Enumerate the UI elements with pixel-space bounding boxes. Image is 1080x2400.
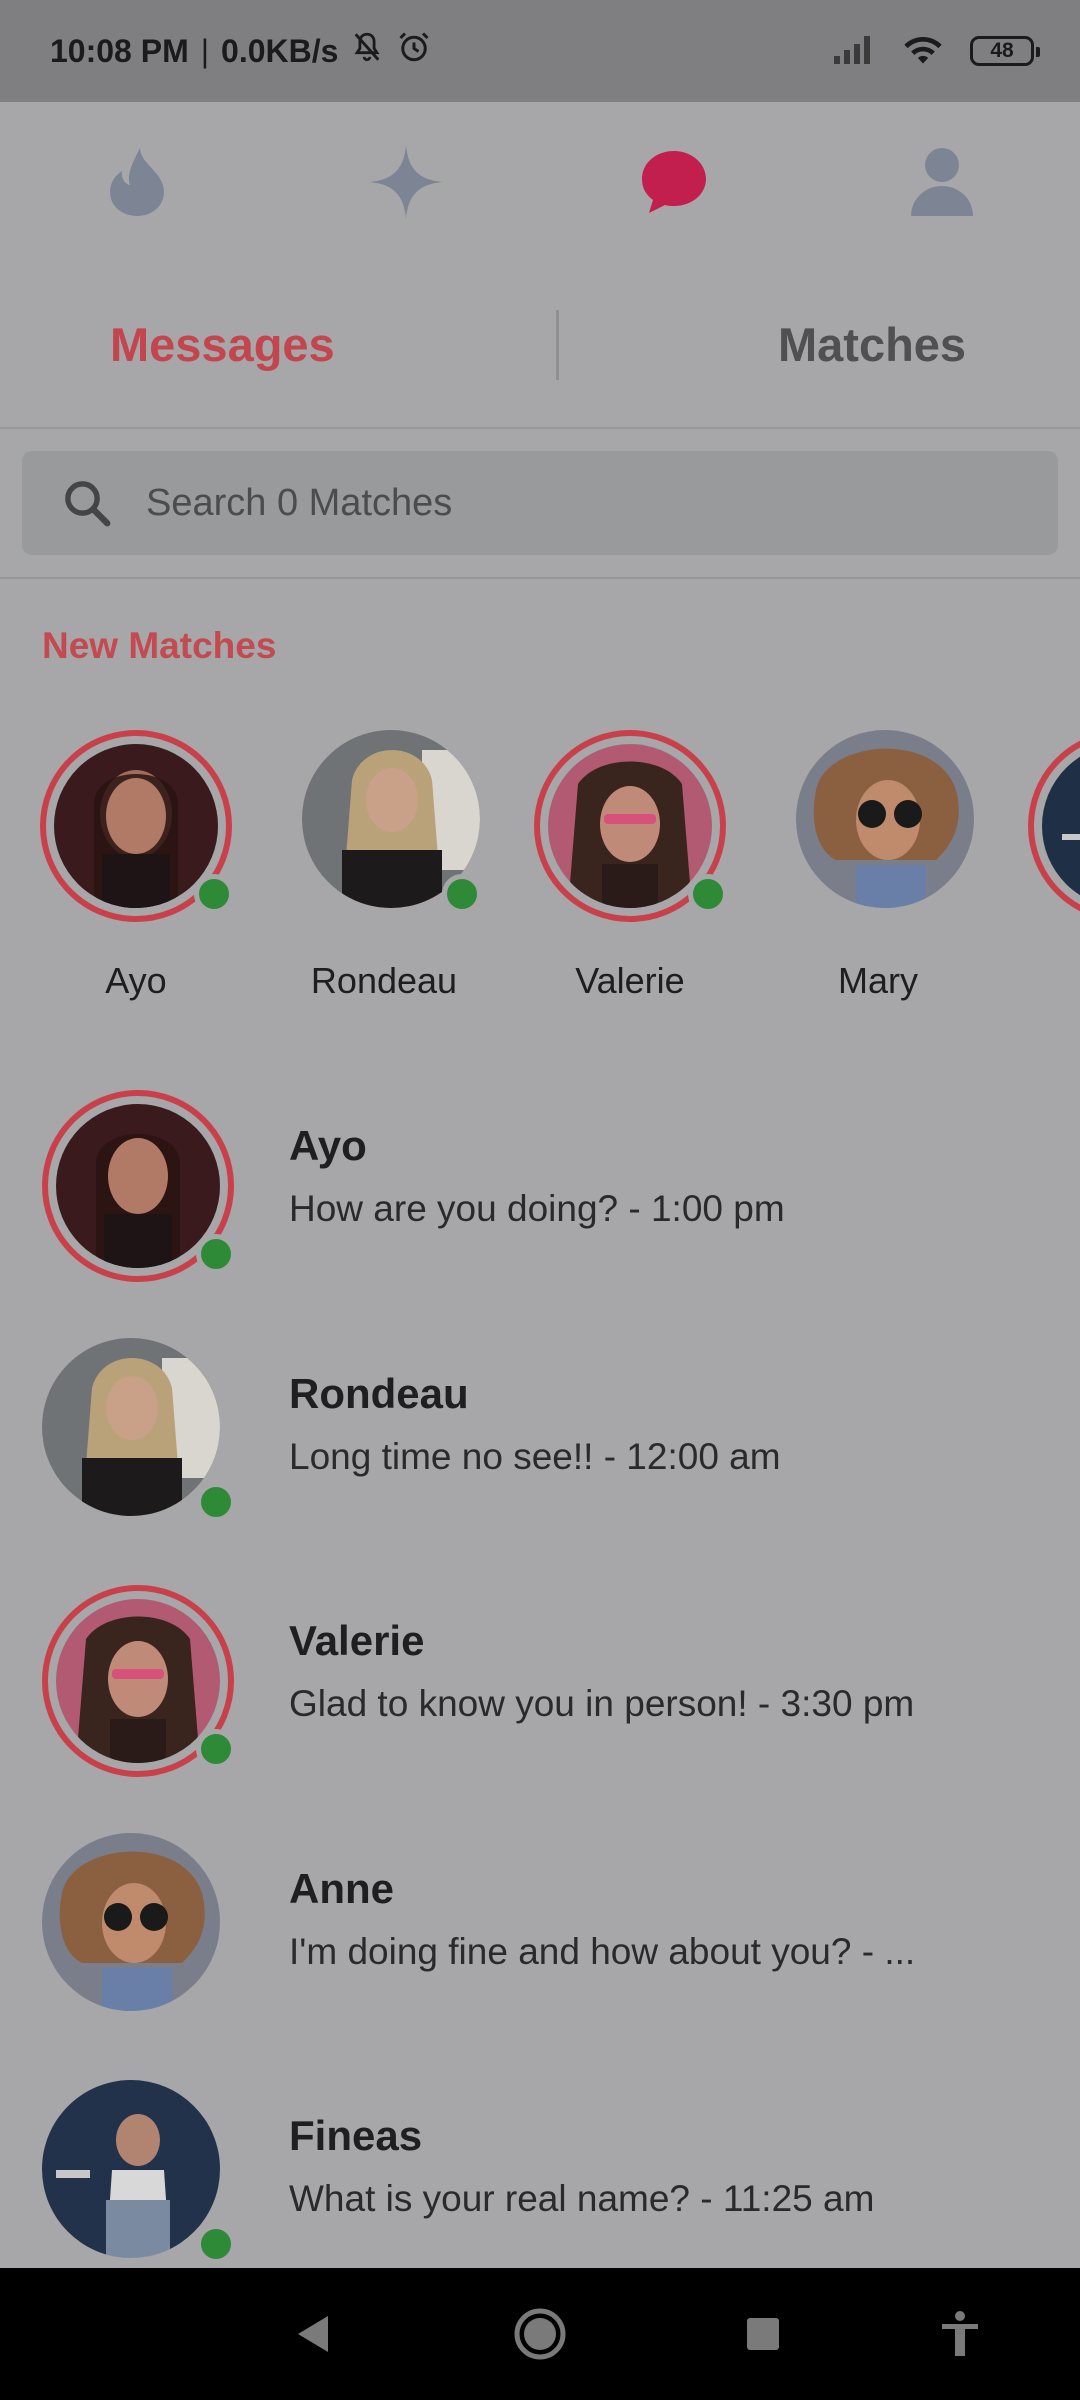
match-name: Ayo	[105, 960, 167, 1001]
status-left: 10:08 PM | 0.0KB/s	[50, 29, 432, 73]
system-navigation-bar	[0, 2268, 1080, 2400]
avatar	[54, 744, 218, 908]
contact-name: Rondeau	[289, 1370, 469, 1417]
contact-name: Ayo	[289, 1122, 367, 1169]
conversation-row[interactable]: Anne I'm doing fine and how about you? -…	[0, 1823, 1080, 2071]
new-match-item[interactable]: Valerie	[530, 730, 730, 1002]
new-matches-carousel[interactable]: Ayo Rondeau Valerie Mary	[0, 730, 1080, 1010]
conversation-row[interactable]: Valerie Glad to know you in person! - 3:…	[0, 1575, 1080, 1823]
avatar	[548, 744, 712, 908]
new-match-item[interactable]	[1024, 730, 1080, 922]
sparkle-icon[interactable]	[366, 142, 446, 222]
alarm-icon	[396, 29, 432, 73]
tab-divider	[556, 310, 559, 380]
online-indicator	[196, 2224, 236, 2264]
accessibility-icon[interactable]	[928, 2302, 992, 2366]
top-navigation	[0, 102, 1080, 260]
online-indicator	[688, 874, 728, 914]
mute-bell-icon	[350, 30, 384, 72]
conversation-row[interactable]: Rondeau Long time no see!! - 12:00 am	[0, 1328, 1080, 1576]
home-icon[interactable]	[508, 2302, 572, 2366]
new-matches-title: New Matches	[42, 625, 277, 666]
recents-icon[interactable]	[731, 2302, 795, 2366]
avatar	[42, 2080, 220, 2258]
contact-name: Valerie	[289, 1617, 425, 1664]
avatar	[56, 1104, 220, 1268]
new-match-item[interactable]: Mary	[778, 730, 978, 1002]
last-message: Long time no see!! - 12:00 am	[289, 1436, 781, 1477]
status-right: 48	[832, 32, 1040, 71]
back-icon[interactable]	[280, 2302, 344, 2366]
online-indicator	[196, 1482, 236, 1522]
status-bar: 10:08 PM | 0.0KB/s 48	[0, 0, 1080, 102]
avatar	[56, 1599, 220, 1763]
match-name: Rondeau	[310, 960, 458, 1001]
new-match-item[interactable]: Rondeau	[284, 730, 484, 1002]
segment-tabs: Messages Matches	[0, 262, 1080, 429]
last-message: What is your real name? - 11:25 am	[289, 2178, 875, 2219]
status-separator: |	[200, 32, 210, 69]
new-match-item[interactable]: Ayo	[36, 730, 236, 1002]
chat-icon[interactable]	[634, 142, 714, 222]
search-bar[interactable]: Search 0 Matches	[22, 451, 1058, 555]
avatar	[42, 1338, 220, 1516]
battery-level: 48	[990, 39, 1014, 62]
status-time: 10:08 PM	[50, 32, 189, 69]
wifi-icon	[902, 32, 944, 71]
online-indicator	[442, 874, 482, 914]
online-indicator	[196, 1729, 236, 1769]
profile-icon[interactable]	[902, 142, 982, 222]
conversation-row[interactable]: Ayo How are you doing? - 1:00 pm	[0, 1080, 1080, 1328]
avatar	[42, 1833, 220, 2011]
search-icon	[60, 476, 114, 530]
last-message: How are you doing? - 1:00 pm	[289, 1188, 785, 1229]
flame-icon[interactable]	[97, 142, 177, 222]
divider	[0, 577, 1080, 579]
tab-messages[interactable]: Messages	[110, 262, 335, 427]
match-name: Mary	[838, 960, 918, 1001]
contact-name: Anne	[289, 1865, 394, 1912]
last-message: I'm doing fine and how about you? - ...	[289, 1931, 916, 1972]
last-message: Glad to know you in person! - 3:30 pm	[289, 1683, 915, 1724]
search-input[interactable]: Search 0 Matches	[146, 482, 452, 525]
avatar	[796, 730, 974, 908]
network-speed: 0.0KB/s	[221, 32, 339, 69]
online-indicator	[194, 874, 234, 914]
contact-name: Fineas	[289, 2112, 423, 2159]
tab-matches[interactable]: Matches	[778, 262, 966, 427]
match-name: Valerie	[575, 960, 685, 1001]
signal-icon	[832, 34, 876, 69]
online-indicator	[196, 1234, 236, 1274]
battery-indicator: 48	[970, 36, 1040, 66]
